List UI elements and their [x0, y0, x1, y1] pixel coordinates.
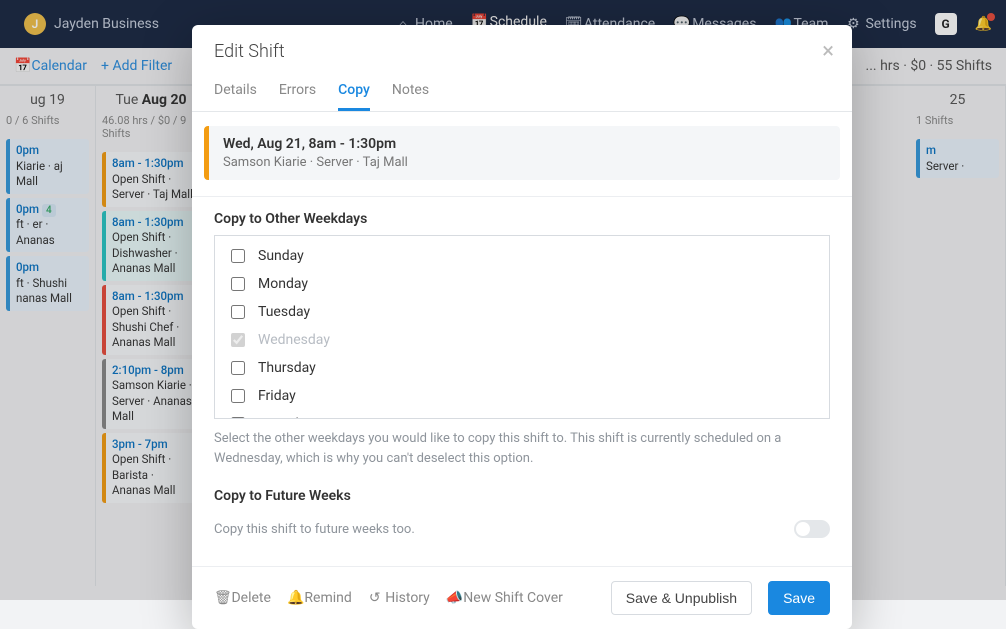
shift-datetime: Wed, Aug 21, 8am - 1:30pm [223, 136, 826, 152]
weekday-label: Saturday [258, 416, 313, 419]
weekday-option-thursday[interactable]: Thursday [225, 354, 819, 382]
weekday-option-wednesday: Wednesday [225, 326, 819, 354]
weekday-checkbox[interactable] [231, 277, 245, 291]
weekday-label: Friday [258, 388, 296, 404]
save-unpublish-button[interactable]: Save & Unpublish [611, 581, 752, 615]
tab-copy[interactable]: Copy [338, 76, 370, 111]
bell-icon: 🔔 [287, 590, 301, 606]
weekday-label: Wednesday [258, 332, 330, 348]
copy-weekdays-heading: Copy to Other Weekdays [214, 211, 830, 227]
weekday-checkbox[interactable] [231, 249, 245, 263]
tab-details[interactable]: Details [214, 76, 257, 111]
weekday-label: Tuesday [258, 304, 310, 320]
weekday-label: Sunday [258, 248, 304, 264]
delete-button[interactable]: 🗑 Delete [214, 590, 271, 606]
weekdays-list[interactable]: Sunday Monday Tuesday Wednesday Thursday Frid… [214, 235, 830, 419]
new-shift-cover-button[interactable]: 📣 New Shift Cover [446, 590, 563, 606]
future-weeks-toggle[interactable] [794, 520, 830, 538]
edit-shift-modal: Edit Shift × Details Errors Copy Notes W… [192, 25, 852, 629]
future-weeks-sub: Copy this shift to future weeks too. [214, 522, 415, 537]
shift-meta: Samson Kiarie · Server · Taj Mall [223, 155, 826, 170]
close-button[interactable]: × [822, 39, 834, 64]
weekday-label: Monday [258, 276, 308, 292]
trash-icon: 🗑 [214, 590, 228, 606]
close-icon: × [822, 39, 834, 64]
modal-tabs: Details Errors Copy Notes [192, 76, 852, 112]
weekday-option-sunday[interactable]: Sunday [225, 242, 819, 270]
tab-notes[interactable]: Notes [392, 76, 429, 111]
weekday-option-tuesday[interactable]: Tuesday [225, 298, 819, 326]
shift-summary: Wed, Aug 21, 8am - 1:30pm Samson Kiarie … [204, 126, 840, 180]
history-icon: ↺ [368, 590, 382, 606]
future-weeks-heading: Copy to Future Weeks [214, 488, 830, 504]
modal-title: Edit Shift [214, 41, 830, 62]
weekday-option-saturday[interactable]: Saturday [225, 410, 819, 419]
history-button[interactable]: ↺ History [368, 590, 430, 606]
remind-button[interactable]: 🔔 Remind [287, 590, 352, 606]
weekday-checkbox[interactable] [231, 417, 245, 419]
weekday-checkbox[interactable] [231, 389, 245, 403]
weekday-checkbox [231, 333, 245, 347]
megaphone-icon: 📣 [446, 590, 460, 606]
save-button[interactable]: Save [768, 581, 830, 615]
weekday-label: Thursday [258, 360, 316, 376]
weekday-option-monday[interactable]: Monday [225, 270, 819, 298]
weekdays-hint: Select the other weekdays you would like… [214, 429, 830, 468]
weekday-checkbox[interactable] [231, 361, 245, 375]
weekday-checkbox[interactable] [231, 305, 245, 319]
tab-errors[interactable]: Errors [279, 76, 316, 111]
weekday-option-friday[interactable]: Friday [225, 382, 819, 410]
